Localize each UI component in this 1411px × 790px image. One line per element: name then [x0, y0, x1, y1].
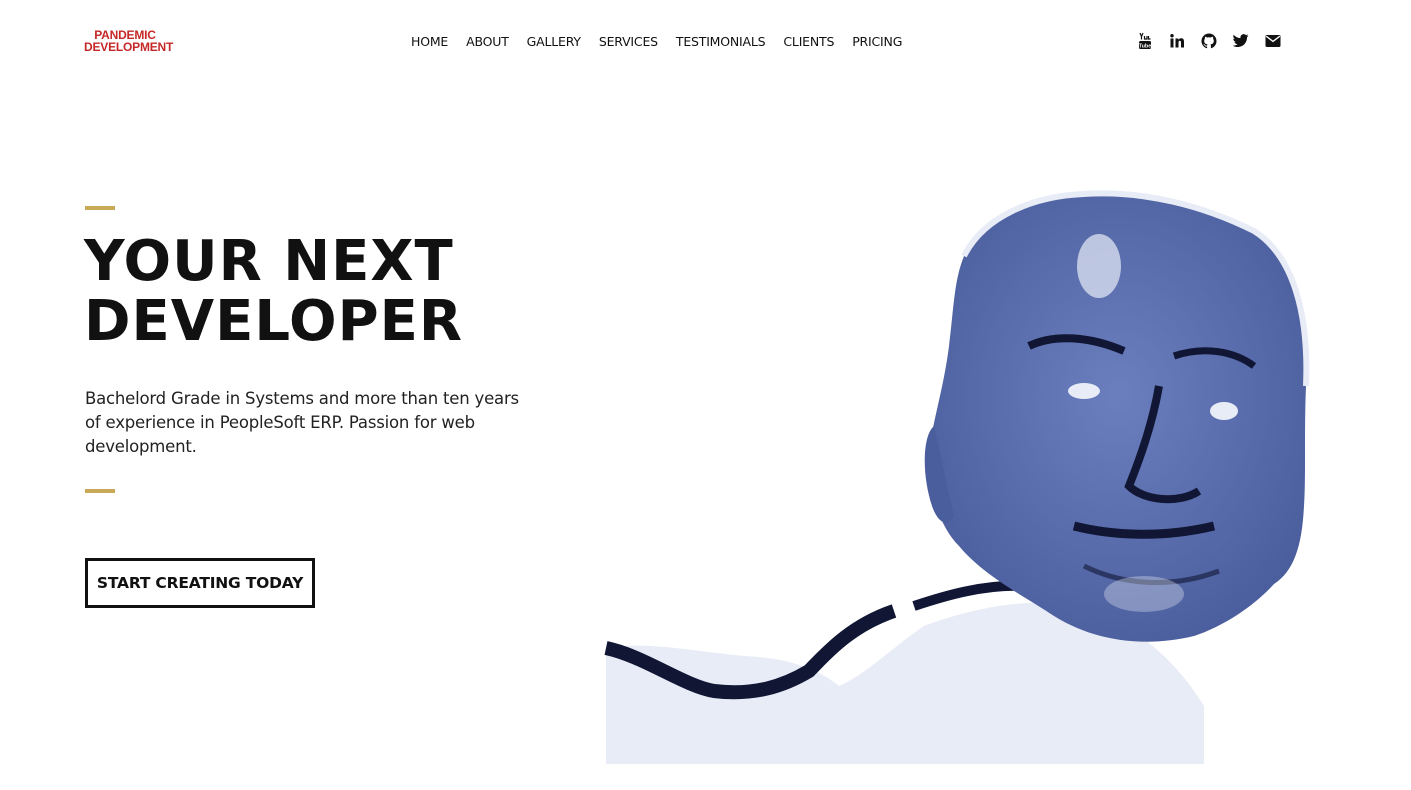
- hero-description: Bachelord Grade in Systems and more than…: [85, 389, 519, 456]
- linkedin-icon: [1170, 34, 1184, 48]
- envelope-icon: [1265, 35, 1281, 47]
- nav-item-about[interactable]: ABOUT: [466, 34, 509, 49]
- brand-logo-line2: DEVELOPMENT: [84, 40, 174, 54]
- email-link[interactable]: [1264, 32, 1282, 50]
- twitter-link[interactable]: [1232, 32, 1250, 50]
- social-links: Tube: [1136, 32, 1282, 50]
- start-creating-button[interactable]: START CREATING TODAY: [85, 558, 315, 608]
- linkedin-link[interactable]: [1168, 32, 1186, 50]
- youtube-link[interactable]: Tube: [1136, 32, 1154, 50]
- accent-bar-top: [85, 206, 115, 210]
- nav-item-clients[interactable]: CLIENTS: [783, 34, 834, 49]
- hero-title: YOUR NEXT DEVELOPER: [84, 232, 604, 352]
- developer-portrait: [604, 190, 1310, 764]
- hero-title-line1: YOUR NEXT: [84, 229, 454, 294]
- accent-bar-bottom: [85, 489, 115, 493]
- nav-item-home[interactable]: HOME: [411, 34, 448, 49]
- nav-item-services[interactable]: SERVICES: [599, 34, 658, 49]
- github-icon: [1201, 33, 1217, 49]
- main-nav: HOME ABOUT GALLERY SERVICES TESTIMONIALS…: [411, 34, 920, 49]
- hero-title-line2: DEVELOPER: [84, 289, 464, 354]
- nav-item-gallery[interactable]: GALLERY: [527, 34, 581, 49]
- nav-item-pricing[interactable]: PRICING: [852, 34, 902, 49]
- landing-page: PANDEMIC DEVELOPMENT HOME ABOUT GALLERY …: [0, 0, 1411, 790]
- svg-text:Tube: Tube: [1139, 44, 1152, 50]
- site-header: PANDEMIC DEVELOPMENT HOME ABOUT GALLERY …: [0, 0, 1411, 84]
- youtube-icon: Tube: [1139, 32, 1152, 50]
- twitter-icon: [1233, 34, 1249, 47]
- brand-logo[interactable]: PANDEMIC DEVELOPMENT: [84, 29, 174, 54]
- nav-item-testimonials[interactable]: TESTIMONIALS: [676, 34, 766, 49]
- github-link[interactable]: [1200, 32, 1218, 50]
